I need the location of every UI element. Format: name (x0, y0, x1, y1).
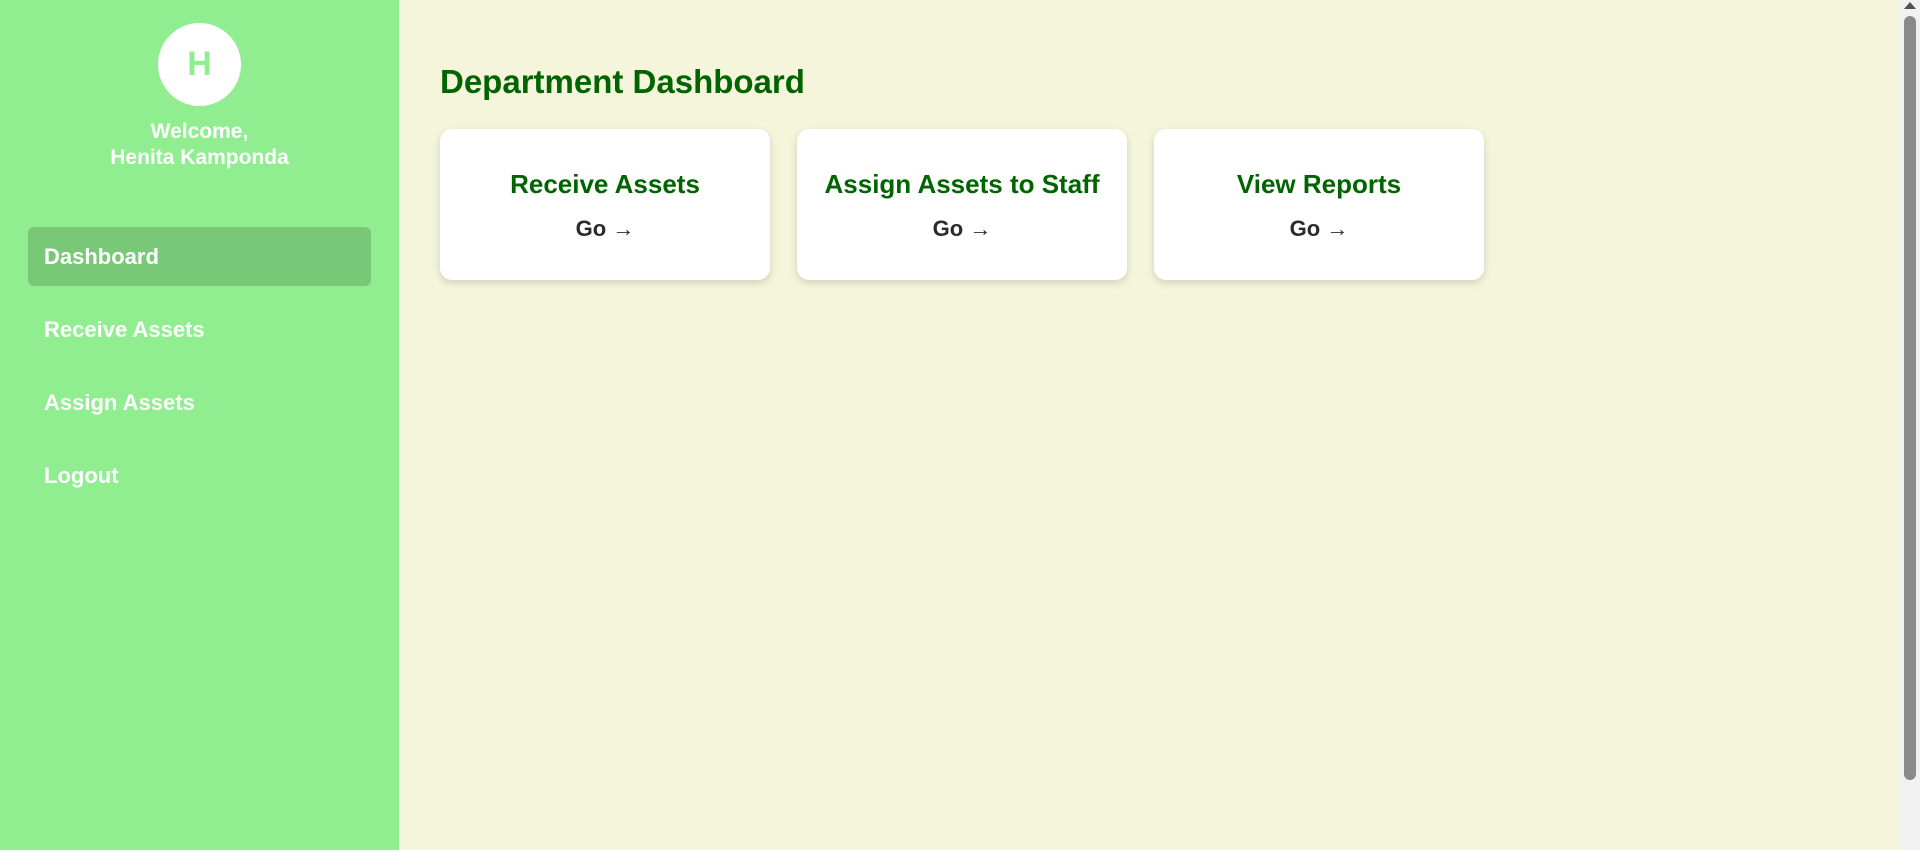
sidebar-item-dashboard[interactable]: Dashboard (28, 227, 371, 286)
chevron-up-icon[interactable] (1904, 2, 1916, 9)
card-view-reports[interactable]: View Reports Go → (1154, 129, 1484, 280)
welcome-message: Welcome, Henita Kamponda (0, 119, 399, 171)
main-content: Department Dashboard Receive Assets Go →… (399, 0, 1900, 850)
sidebar-item-assign-assets[interactable]: Assign Assets (28, 373, 371, 432)
card-go-link[interactable]: Go → (933, 216, 992, 242)
app-window: H Welcome, Henita Kamponda Dashboard Rec… (0, 0, 1920, 850)
page-title: Department Dashboard (440, 63, 805, 100)
avatar: H (158, 23, 241, 106)
card-title: View Reports (1236, 168, 1402, 199)
user-name: Henita Kamponda (110, 146, 289, 169)
dashboard-cards: Receive Assets Go → Assign Assets to Sta… (440, 129, 1511, 280)
card-title: Receive Assets (510, 168, 700, 199)
sidebar-nav: Dashboard Receive Assets Assign Assets L… (28, 227, 371, 519)
sidebar-item-receive-assets[interactable]: Receive Assets (28, 300, 371, 359)
card-title: Assign Assets to Staff (824, 168, 1100, 199)
welcome-greeting: Welcome, (150, 120, 249, 143)
card-receive-assets[interactable]: Receive Assets Go → (440, 129, 770, 280)
scrollbar-thumb[interactable] (1904, 16, 1916, 780)
sidebar: H Welcome, Henita Kamponda Dashboard Rec… (0, 0, 399, 850)
sidebar-item-logout[interactable]: Logout (28, 446, 371, 505)
vertical-scrollbar[interactable] (1900, 0, 1920, 850)
card-go-link[interactable]: Go → (576, 216, 635, 242)
card-go-link[interactable]: Go → (1290, 216, 1349, 242)
card-assign-assets[interactable]: Assign Assets to Staff Go → (797, 129, 1127, 280)
